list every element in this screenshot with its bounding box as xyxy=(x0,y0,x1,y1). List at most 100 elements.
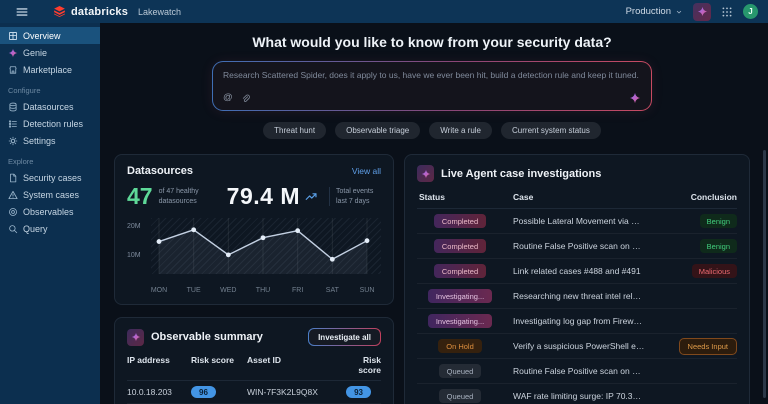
databricks-logo-icon xyxy=(53,5,66,18)
risk-score-badge: 93 xyxy=(346,386,371,398)
chart-plot-area xyxy=(151,218,381,274)
sidebar-item-label: Overview xyxy=(23,31,61,41)
conclusion-badge: Benign xyxy=(700,239,737,253)
ai-prompt-input[interactable]: Research Scattered Spider, does it apply… xyxy=(212,61,652,111)
col-status: Status xyxy=(417,192,503,202)
status-badge: On Hold xyxy=(438,339,482,353)
sidebar-item-marketplace[interactable]: Marketplace xyxy=(0,61,100,78)
table-row: CompletedPossible Lateral Movement via P… xyxy=(417,209,737,234)
sidebar-item-observables[interactable]: Observables xyxy=(0,203,100,220)
suggestion-chips: Threat hunt Observable triage Write a rule… xyxy=(114,122,750,139)
y-axis-tick: 10M xyxy=(127,252,147,259)
datasources-stats: 47 of 47 healthy datasources 79.4 M Tota… xyxy=(127,185,381,208)
col-conclusion: Conclusion xyxy=(645,192,737,202)
sparkle-icon xyxy=(697,6,708,17)
sidebar-item-label: Genie xyxy=(23,48,47,58)
conclusion-badge: Malicious xyxy=(692,264,737,278)
x-axis-label: WED xyxy=(220,287,236,294)
sidebar-item-query[interactable]: Query xyxy=(0,220,100,237)
case-text: Routine False Positive scan on Rule ID 9… xyxy=(503,366,645,376)
x-axis-label: TUE xyxy=(187,287,201,294)
total-events-value: 79.4 M xyxy=(227,185,300,208)
conclusion-badge: Benign xyxy=(700,214,737,228)
sidebar-item-label: Observables xyxy=(23,207,74,217)
table-row: Completed Routine False Positive scan on … xyxy=(417,234,737,259)
investigate-all-button[interactable]: Investigate all xyxy=(308,328,381,346)
sidebar-item-genie[interactable]: Genie xyxy=(0,44,100,61)
status-badge: Completed xyxy=(434,264,486,278)
x-axis-label: FRI xyxy=(292,287,303,294)
scrollbar-thumb[interactable] xyxy=(763,150,766,398)
sidebar-item-security-cases[interactable]: Security cases xyxy=(0,169,100,186)
hamburger-menu-icon[interactable] xyxy=(15,5,29,19)
status-badge: Completed xyxy=(434,214,486,228)
case-text: Routine False Positive scan on Rule ID 9… xyxy=(503,241,645,251)
chip-threat-hunt[interactable]: Threat hunt xyxy=(263,122,326,139)
agent-sparkle-badge xyxy=(417,165,434,182)
conclusion-badge[interactable]: Needs Input xyxy=(679,338,737,355)
workspace-name: Lakewatch xyxy=(138,7,181,17)
col-risk-score: Risk score xyxy=(191,355,247,375)
table-row: Investigating...Investigating log gap fr… xyxy=(417,309,737,334)
col-ip-address: IP address xyxy=(127,355,191,375)
sidebar-item-datasources[interactable]: Datasources xyxy=(0,98,100,115)
system-cases-icon xyxy=(8,190,18,200)
agent-sparkle-badge xyxy=(127,329,144,346)
datasources-title: Datasources xyxy=(127,165,193,177)
x-axis-label: SAT xyxy=(326,287,339,294)
ip-address: 10.0.18.203 xyxy=(127,387,191,397)
view-all-link[interactable]: View all xyxy=(352,166,381,176)
chip-current-system-status[interactable]: Current system status xyxy=(501,122,601,139)
assistant-button[interactable] xyxy=(693,3,711,21)
observable-summary-card: Observable summary Investigate all IP ad… xyxy=(114,317,394,404)
prompt-toolbar: @ xyxy=(223,92,641,104)
case-text: WAF rate limiting surge: IP 70.39.165.19… xyxy=(503,391,645,401)
sidebar-item-label: Datasources xyxy=(23,102,74,112)
detection-rules-icon xyxy=(8,119,18,129)
sidebar-item-settings[interactable]: Settings xyxy=(0,132,100,149)
status-badge: Completed xyxy=(434,239,486,253)
investigations-title: Live Agent case investigations xyxy=(441,168,601,180)
submit-sparkle-icon[interactable] xyxy=(629,92,641,104)
observables-table-header: IP address Risk score Asset ID Risk scor… xyxy=(127,355,381,381)
settings-icon xyxy=(8,136,18,146)
brand[interactable]: databricks Lakewatch xyxy=(53,5,181,18)
status-badge: Queued xyxy=(439,364,482,378)
attachment-icon[interactable] xyxy=(241,94,250,103)
marketplace-icon xyxy=(8,65,18,75)
sidebar-item-label: Query xyxy=(23,224,48,234)
case-text: Investigating log gap from Firewall-Z xyxy=(503,316,645,326)
sidebar-item-detection-rules[interactable]: Detection rules xyxy=(0,115,100,132)
status-badge: Queued xyxy=(439,389,482,403)
genie-icon xyxy=(8,48,18,58)
asset-id: WIN-7F3K2L9Q8X xyxy=(247,387,345,397)
healthy-count: 47 xyxy=(127,185,153,208)
risk-score-badge: 96 xyxy=(191,386,216,398)
table-row: Completed Link related cases #488 and #49… xyxy=(417,259,737,284)
apps-grid-icon[interactable] xyxy=(721,6,733,18)
chip-observable-triage[interactable]: Observable triage xyxy=(335,122,420,139)
sidebar-item-system-cases[interactable]: System cases xyxy=(0,186,100,203)
environment-selector[interactable]: Production xyxy=(626,6,683,17)
case-text: Researching new threat intel related to … xyxy=(503,291,645,301)
sidebar-item-label: Settings xyxy=(23,136,56,146)
sidebar-item-label: System cases xyxy=(23,190,79,200)
case-text: Verify a suspicious PowerShell execution… xyxy=(503,341,645,351)
table-row: Queued Routine False Positive scan on Rul… xyxy=(417,359,737,384)
chip-write-a-rule[interactable]: Write a rule xyxy=(429,122,492,139)
overview-icon xyxy=(8,31,18,41)
col-risk-score-2: Risk score xyxy=(345,355,381,375)
mention-icon[interactable]: @ xyxy=(223,93,233,103)
avatar[interactable]: J xyxy=(743,4,758,19)
sidebar-item-overview[interactable]: Overview xyxy=(0,27,100,44)
sparkle-icon xyxy=(131,332,141,342)
sidebar-item-label: Detection rules xyxy=(23,119,83,129)
top-bar: databricks Lakewatch Production J xyxy=(0,0,768,23)
investigations-table-body: CompletedPossible Lateral Movement via P… xyxy=(417,209,737,404)
total-events-caption: Total events last 7 days xyxy=(329,187,381,205)
case-text: Link related cases #488 and #491 xyxy=(503,266,645,276)
chevron-down-icon xyxy=(675,8,683,16)
observables-icon xyxy=(8,207,18,217)
sidebar-section-explore: Explore xyxy=(0,149,100,169)
observables-table-body: 10.0.18.20396 WIN-7F3K2L9Q8X93 xyxy=(127,381,381,404)
